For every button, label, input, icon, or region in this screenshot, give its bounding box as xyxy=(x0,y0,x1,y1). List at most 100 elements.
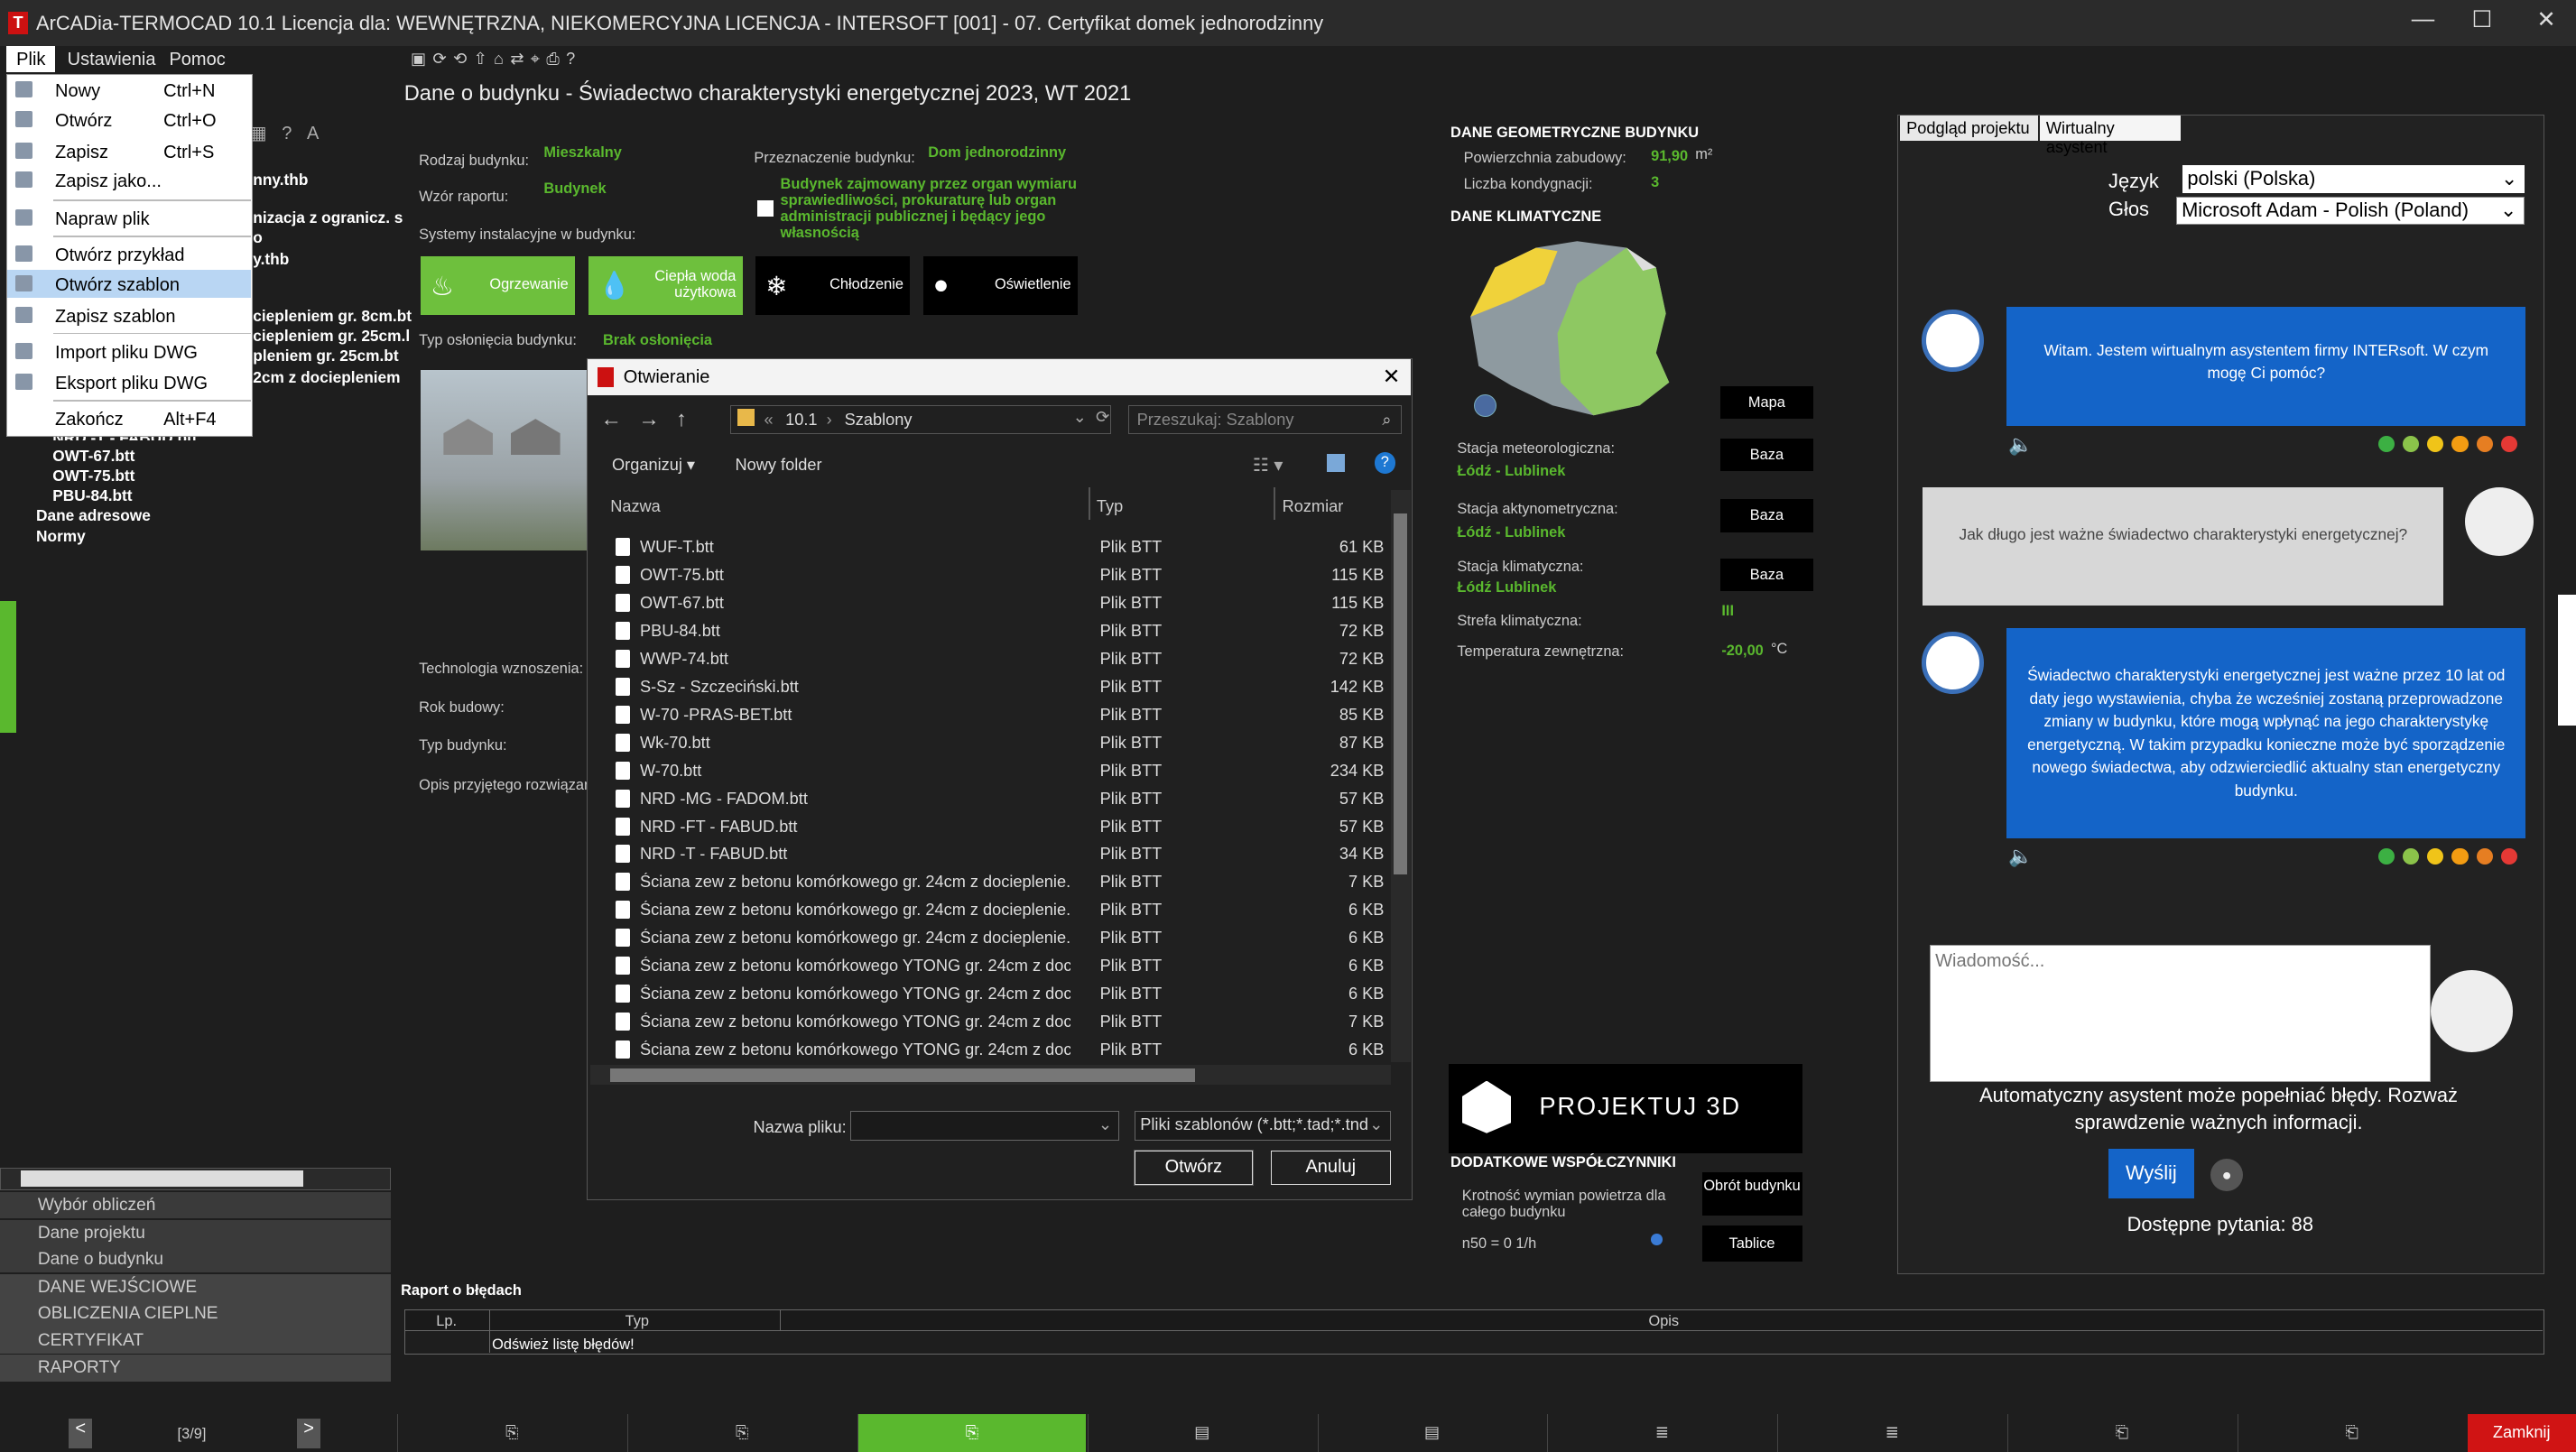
nav-dane-projektu[interactable]: Dane projektu xyxy=(0,1220,392,1247)
toolbar-button[interactable]: ≣ xyxy=(1547,1414,1775,1452)
filename-input[interactable]: ⌄ xyxy=(849,1111,1120,1142)
col-nazwa[interactable]: Nazwa xyxy=(610,497,661,516)
nav-dane-wejsciowe[interactable]: DANE WEJŚCIOWE xyxy=(0,1274,392,1301)
minimize-button[interactable]: — xyxy=(2398,6,2448,36)
menu-item-import-dwg[interactable]: Import pliku DWG xyxy=(7,338,250,365)
menu-item-zapisz-jako[interactable]: Zapisz jako... xyxy=(7,167,250,195)
tree-item[interactable]: y.thb xyxy=(253,250,289,269)
tree-item[interactable]: ciepleniem gr. 8cm.bt xyxy=(253,307,412,326)
file-row[interactable]: OWT-67.btt Plik BTT 115 KB xyxy=(610,589,1391,617)
microphone-icon[interactable]: ● xyxy=(2210,1159,2244,1192)
rodzaj-value[interactable]: Mieszkalny xyxy=(543,144,621,162)
nav-arrows[interactable]: ←→↑ xyxy=(600,408,703,432)
toolbar-button-active[interactable]: ⎘ xyxy=(857,1414,1086,1452)
file-row[interactable]: Ściana zew z betonu komórkowego gr. 24cm… xyxy=(610,896,1391,924)
tree-item-normy[interactable]: Normy xyxy=(36,527,86,546)
zamknij-button[interactable]: Zamknij xyxy=(2467,1414,2576,1452)
baza-kl-button[interactable]: Baza xyxy=(1719,558,1814,592)
tree-item[interactable]: pleniem gr. 25cm.bt xyxy=(253,347,398,365)
file-row[interactable]: WUF-T.btt Plik BTT 61 KB xyxy=(610,533,1391,561)
tablice-button[interactable]: Tablice xyxy=(1701,1225,1802,1262)
menu-item-otworz[interactable]: Otwórz Ctrl+O xyxy=(7,106,250,134)
scrollbar-thumb[interactable] xyxy=(1394,513,1407,875)
tree-item[interactable]: OWT-75.btt xyxy=(52,467,134,486)
baza-met-button[interactable]: Baza xyxy=(1719,438,1814,472)
address-bar[interactable]: « 10.1 › Szablony ⌄ ⟳ xyxy=(730,404,1112,435)
file-row[interactable]: PBU-84.btt Plik BTT 72 KB xyxy=(610,616,1391,644)
search-box[interactable]: Przeszukaj: Szablony ⌕ xyxy=(1127,404,1403,435)
wzor-value[interactable]: Budynek xyxy=(543,180,606,198)
scrollbar-thumb[interactable] xyxy=(20,1170,303,1188)
nav-obliczenia-cieplne[interactable]: OBLICZENIA CIEPLNE xyxy=(0,1300,392,1327)
przeznaczenie-value[interactable]: Dom jednorodzinny xyxy=(928,144,1066,162)
tree-item[interactable]: o xyxy=(253,228,263,247)
baza-akt-button[interactable]: Baza xyxy=(1719,499,1814,532)
nav-dane-o-budynku[interactable]: Dane o budynku xyxy=(0,1246,392,1273)
obrot-button[interactable]: Obrót budynku xyxy=(1701,1172,1802,1216)
poland-climate-map[interactable] xyxy=(1462,235,1676,419)
menu-item-napraw-plik[interactable]: Napraw plik xyxy=(7,205,250,233)
toolbar-button[interactable]: ▤ xyxy=(1087,1414,1316,1452)
organ-checkbox[interactable] xyxy=(757,200,774,217)
temp-value[interactable]: -20,00 xyxy=(1721,643,1763,660)
tab-wirtualny-asystent[interactable]: Wirtualny asystent xyxy=(2039,116,2182,156)
file-row[interactable]: Ściana zew z betonu komórkowego YTONG gr… xyxy=(610,1008,1391,1036)
pager-prev-button[interactable]: < xyxy=(69,1419,92,1449)
file-row[interactable]: Ściana zew z betonu komórkowego YTONG gr… xyxy=(610,980,1391,1008)
cancel-button[interactable]: Anuluj xyxy=(1270,1150,1391,1186)
file-row[interactable]: NRD -FT - FABUD.btt Plik BTT 57 KB xyxy=(610,812,1391,840)
menu-item-otworz-przyklad[interactable]: Otwórz przykład xyxy=(7,241,250,269)
file-type-filter[interactable]: Pliki szablonów (*.btt;*.tad;*.tnd ⌄ xyxy=(1134,1111,1391,1142)
tree-item[interactable]: nny.thb xyxy=(253,171,308,190)
nav-wybor-obliczen[interactable]: Wybór obliczeń xyxy=(0,1192,392,1219)
menu-item-zapisz[interactable]: Zapisz Ctrl+S xyxy=(7,137,250,165)
menu-item-zakoncz[interactable]: Zakończ Alt+F4 xyxy=(7,405,250,433)
nav-raporty[interactable]: RAPORTY xyxy=(0,1355,392,1382)
system-chlodzenie-button[interactable]: ❄ Chłodzenie xyxy=(755,255,911,316)
file-row[interactable]: WWP-74.btt Plik BTT 72 KB xyxy=(610,644,1391,672)
menu-item-zapisz-szablon[interactable]: Zapisz szablon xyxy=(7,301,250,329)
message-input[interactable] xyxy=(1929,945,2431,1082)
projektuj-3d-button[interactable]: PROJEKTUJ 3D xyxy=(1449,1064,1802,1153)
file-row[interactable]: OWT-75.btt Plik BTT 115 KB xyxy=(610,561,1391,589)
system-oswietlenie-button[interactable]: ● Oświetlenie xyxy=(922,255,1078,316)
menu-item-eksport-dwg[interactable]: Eksport pliku DWG xyxy=(7,369,250,397)
tree-item[interactable]: nizacja z ogranicz. s xyxy=(253,208,403,227)
info-icon[interactable] xyxy=(1651,1233,1663,1245)
n50-value[interactable]: n50 = 0 1/h xyxy=(1462,1235,1536,1253)
scrollbar-thumb[interactable] xyxy=(610,1068,1196,1082)
file-row[interactable]: Wk-70.btt Plik BTT 87 KB xyxy=(610,728,1391,756)
speaker-icon[interactable]: 🔈 xyxy=(2008,845,2033,868)
vertical-scrollbar[interactable] xyxy=(1390,490,1411,1062)
right-panel-handle[interactable] xyxy=(2557,594,2576,726)
oslona-value[interactable]: Brak osłonięcia xyxy=(603,332,712,349)
file-row[interactable]: Ściana zew z betonu komórkowego gr. 24cm… xyxy=(610,924,1391,952)
maximize-button[interactable]: ☐ xyxy=(2458,6,2507,36)
file-row[interactable]: W-70 -PRAS-BET.btt Plik BTT 85 KB xyxy=(610,700,1391,728)
view-options-icon[interactable]: ☷ ▾ xyxy=(1253,454,1283,476)
file-row[interactable]: Ściana zew z betonu komórkowego YTONG gr… xyxy=(610,1036,1391,1064)
toolbar-button[interactable]: ≣ xyxy=(1777,1414,2006,1452)
errors-refresh-row[interactable]: Odśwież listę błędów! xyxy=(492,1336,634,1354)
file-row[interactable]: S-Sz - Szczeciński.btt Plik BTT 142 KB xyxy=(610,672,1391,700)
menu-plik[interactable]: Plik xyxy=(6,45,56,74)
help-icon[interactable]: ? xyxy=(1374,452,1396,475)
system-cwu-button[interactable]: 💧 Ciepła woda użytkowa xyxy=(588,255,743,316)
kond-value[interactable]: 3 xyxy=(1651,174,1659,191)
menu-pomoc[interactable]: Pomoc xyxy=(169,50,225,70)
sidebar-toolbar-icons[interactable]: ▦ ? A xyxy=(250,122,394,144)
file-row[interactable]: NRD -MG - FADOM.btt Plik BTT 57 KB xyxy=(610,784,1391,812)
tree-item[interactable]: PBU-84.btt xyxy=(52,486,132,505)
tree-item[interactable]: ciepleniem gr. 25cm.l xyxy=(253,327,410,346)
glos-select[interactable]: Microsoft Adam - Polish (Poland) ⌄ xyxy=(2175,196,2525,225)
send-button[interactable]: Wyślij xyxy=(2108,1149,2194,1198)
col-typ[interactable]: Typ xyxy=(1097,497,1123,516)
file-row[interactable]: Ściana zew z betonu komórkowego YTONG gr… xyxy=(610,952,1391,980)
tab-podglad-projektu[interactable]: Podgląd projektu xyxy=(1899,116,2038,141)
file-row[interactable]: W-70.btt Plik BTT 234 KB xyxy=(610,756,1391,784)
pow-value[interactable]: 91,90 xyxy=(1651,148,1688,165)
organize-button[interactable]: Organizuj ▾ xyxy=(612,456,695,475)
nav-certyfikat[interactable]: CERTYFIKAT xyxy=(0,1327,392,1354)
horizontal-scrollbar[interactable] xyxy=(590,1065,1391,1086)
map-zoom-icon[interactable] xyxy=(1473,393,1496,418)
